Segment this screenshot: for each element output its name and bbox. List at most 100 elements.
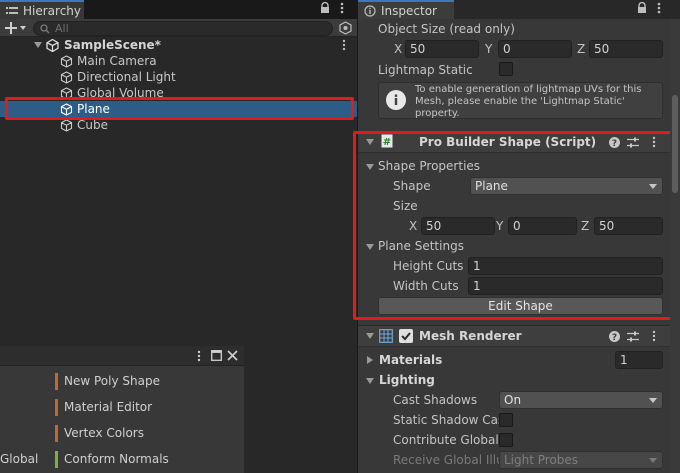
maximize-icon[interactable] (211, 350, 222, 361)
object-label: Plane (77, 102, 110, 116)
object-label: Global Volume (77, 86, 164, 100)
close-icon[interactable] (227, 350, 238, 361)
hierarchy-tab-label: Hierarchy (23, 3, 82, 18)
hierarchy-item-plane[interactable]: Plane (0, 101, 357, 117)
scene-row[interactable]: SampleScene* (0, 37, 357, 53)
shape-dropdown[interactable]: Plane (470, 177, 663, 195)
svg-text:?: ? (612, 139, 617, 148)
scene-menu-icon[interactable] (342, 39, 346, 51)
inspector-panel: Inspector Object Size (read only) X 50 Y… (353, 0, 680, 473)
size-z-label: Z (581, 219, 590, 233)
receive-gi-dropdown: Light Probes (499, 451, 663, 469)
help-icon[interactable]: ? (609, 331, 620, 342)
edit-shape-button[interactable]: Edit Shape (378, 297, 663, 315)
materials-label[interactable]: Materials (379, 353, 442, 367)
inspector-scrollbar[interactable] (670, 19, 680, 473)
cast-shadows-dropdown[interactable]: On (499, 391, 663, 409)
size-x-field[interactable]: 50 (421, 217, 495, 235)
mesh-renderer-enabled-checkbox[interactable] (399, 329, 413, 343)
lighting-label[interactable]: Lighting (379, 373, 435, 387)
presets-icon[interactable] (627, 137, 639, 148)
materials-foldout-icon[interactable] (367, 356, 373, 364)
object-label: Cube (77, 118, 108, 132)
list-icon (6, 6, 18, 16)
chevron-down-icon (649, 398, 657, 403)
tool-label: Material Editor (64, 400, 153, 414)
svg-text:?: ? (612, 333, 617, 342)
chevron-down-icon (649, 184, 657, 189)
lock-icon[interactable] (320, 2, 330, 14)
component-menu-icon[interactable] (652, 136, 656, 148)
size-y-label: Y (496, 219, 504, 233)
help-icon[interactable]: ? (609, 137, 620, 148)
hierarchy-tab[interactable]: Hierarchy (0, 0, 84, 19)
add-icon[interactable] (5, 21, 27, 35)
tool-label: New Poly Shape (64, 374, 160, 388)
hierarchy-item-cube[interactable]: Cube (0, 117, 357, 133)
object-label: Main Camera (77, 54, 157, 68)
size-z-field[interactable]: 50 (594, 217, 663, 235)
hierarchy-item-global-volume[interactable]: Global Volume (0, 85, 357, 101)
scrollbar-thumb[interactable] (672, 95, 678, 193)
foldout-arrow-icon[interactable] (34, 42, 42, 48)
contribute-gi-label: Contribute Global I (393, 433, 499, 447)
hierarchy-search-input[interactable]: All (33, 21, 333, 36)
lightmap-static-checkbox[interactable] (499, 62, 513, 76)
plane-settings-foldout-icon[interactable] (366, 244, 374, 250)
unity-scene-icon (46, 39, 59, 52)
tool-new-poly-shape[interactable]: New Poly Shape (55, 371, 244, 391)
component-foldout-icon[interactable] (366, 333, 374, 339)
gameobject-cube-icon (60, 55, 73, 68)
kebab-menu-icon[interactable] (197, 350, 201, 362)
object-size-x-label: X (394, 42, 403, 56)
script-icon: # (381, 134, 393, 148)
contribute-gi-checkbox[interactable] (499, 433, 513, 447)
lighting-foldout-icon[interactable] (366, 378, 374, 384)
object-size-y-field: 0 (498, 40, 572, 58)
global-label: Global (0, 452, 39, 466)
lock-icon[interactable] (637, 2, 647, 14)
object-size-z-label: Z (577, 42, 586, 56)
shape-properties-label[interactable]: Shape Properties (378, 159, 480, 173)
help-text: To enable generation of lightmap UVs for… (415, 84, 642, 119)
lightmap-static-label: Lightmap Static (378, 63, 473, 77)
width-cuts-label: Width Cuts (393, 279, 459, 293)
kebab-menu-icon[interactable] (657, 1, 661, 15)
gameobject-cube-icon (60, 71, 73, 84)
shape-properties-foldout-icon[interactable] (366, 164, 374, 170)
search-placeholder: All (55, 22, 69, 35)
gameobject-cube-icon (60, 103, 73, 116)
component-menu-icon[interactable] (652, 330, 656, 342)
receive-gi-label: Receive Global Illu (393, 453, 499, 467)
tool-color-bar (55, 425, 58, 442)
tool-color-bar (55, 451, 58, 468)
hierarchy-item-directional-light[interactable]: Directional Light (0, 69, 357, 85)
materials-count-field[interactable]: 1 (615, 351, 663, 369)
static-shadow-checkbox[interactable] (499, 413, 513, 427)
inspector-tab[interactable]: Inspector (358, 0, 454, 19)
tool-conform-normals[interactable]: Conform Normals (55, 449, 244, 469)
cut-off-label: Global (0, 449, 55, 469)
scene-visibility-icon[interactable] (339, 21, 352, 35)
width-cuts-field[interactable]: 1 (468, 277, 663, 295)
presets-icon[interactable] (627, 331, 639, 342)
shape-label: Shape (393, 179, 431, 193)
tool-color-bar (55, 399, 58, 416)
object-size-z-field: 50 (589, 40, 663, 58)
plane-settings-label[interactable]: Plane Settings (378, 239, 464, 253)
kebab-menu-icon[interactable] (340, 1, 344, 15)
tool-label: Vertex Colors (64, 426, 144, 440)
tool-vertex-colors[interactable]: Vertex Colors (55, 423, 244, 443)
tool-material-editor[interactable]: Material Editor (55, 397, 244, 417)
scene-name: SampleScene* (64, 38, 161, 52)
component-foldout-icon[interactable] (366, 139, 374, 145)
height-cuts-label: Height Cuts (393, 259, 464, 273)
height-cuts-field[interactable]: 1 (468, 257, 663, 275)
size-y-field[interactable]: 0 (508, 217, 577, 235)
hierarchy-item-main-camera[interactable]: Main Camera (0, 53, 357, 69)
tools-panel-header (0, 346, 244, 366)
object-size-y-label: Y (485, 42, 493, 56)
search-icon (40, 23, 50, 34)
size-x-label: X (409, 219, 418, 233)
gameobject-cube-icon (60, 119, 73, 132)
